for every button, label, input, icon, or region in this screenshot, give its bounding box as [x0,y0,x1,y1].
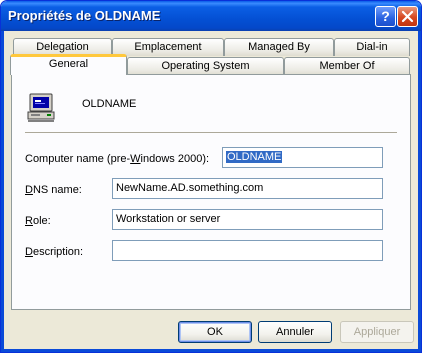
tab-label: Emplacement [134,41,202,53]
tab-label: Operating System [161,60,250,72]
tab-label: Dial-in [356,41,388,53]
role-label: Role: [25,215,51,227]
window-border-right [418,31,421,352]
tab-label: Managed By [248,41,310,53]
apply-button-label: Appliquer [353,326,401,338]
description-label: Description: [25,246,84,258]
window-title: Propriétés de OLDNAME [8,8,161,23]
window-border-bottom [1,349,421,352]
cancel-button[interactable]: Annuler [258,321,332,343]
apply-button: Appliquer [340,321,414,343]
dns-name-label: DNS name: [25,184,82,196]
general-tab-panel: OLDNAME Computer name (pre-Windows 2000)… [11,74,411,310]
tab-operating-system[interactable]: Operating System [127,57,284,75]
computer-name-label: Computer name (pre-Windows 2000): [25,153,210,165]
help-icon: ? [381,8,390,24]
window-border-left [1,31,4,352]
tab-label: Delegation [36,41,89,53]
role-value: Workstation or server [116,213,221,225]
object-name: OLDNAME [82,98,137,110]
computer-name-value: OLDNAME [226,151,283,163]
tab-label: General [48,58,89,70]
tab-dial-in[interactable]: Dial-in [334,38,410,56]
computer-icon [27,93,55,122]
properties-dialog: Propriétés de OLDNAME ? Delegation Empla… [0,0,422,353]
dns-name-field[interactable]: NewName.AD.something.com [112,178,383,199]
tab-label: Member Of [319,60,375,72]
separator [25,132,397,133]
tab-managed-by[interactable]: Managed By [224,38,334,56]
role-field[interactable]: Workstation or server [112,209,383,230]
dns-name-value: NewName.AD.something.com [116,182,264,194]
close-button[interactable] [397,6,418,27]
ok-button[interactable]: OK [178,321,252,343]
ok-button-label: OK [207,326,223,338]
description-field[interactable] [112,240,383,261]
tab-emplacement[interactable]: Emplacement [112,38,224,56]
help-button[interactable]: ? [375,6,396,27]
close-icon [401,10,414,23]
tab-general[interactable]: General [10,54,127,75]
title-bar[interactable]: Propriétés de OLDNAME ? [1,1,421,31]
cancel-button-label: Annuler [276,326,314,338]
tab-member-of[interactable]: Member Of [284,57,410,75]
computer-name-field[interactable]: OLDNAME [222,147,383,168]
